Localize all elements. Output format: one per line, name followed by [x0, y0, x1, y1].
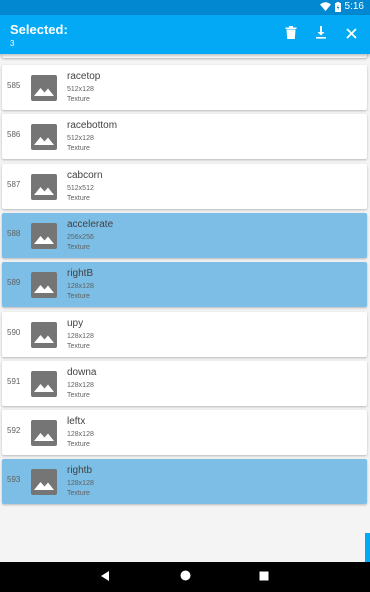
item-index: 591 — [7, 376, 21, 386]
item-type: Texture — [67, 194, 90, 202]
item-type: Texture — [67, 96, 90, 103]
wifi-icon — [319, 2, 331, 11]
item-index: 587 — [7, 179, 21, 189]
close-icon — [345, 26, 357, 44]
recents-button[interactable] — [257, 570, 271, 584]
item-index: 590 — [7, 327, 21, 337]
texture-list[interactable]: Texture 585 racetop 512x128 Texture 586 raceb… — [0, 54, 370, 562]
item-type: Texture — [67, 490, 90, 498]
image-icon — [31, 272, 57, 299]
item-type: Texture — [67, 391, 90, 399]
recents-icon — [259, 568, 269, 586]
list-item-partial[interactable]: Texture — [2, 54, 367, 58]
item-name: leftx — [67, 416, 86, 428]
item-name: rightb — [67, 465, 93, 477]
back-icon — [100, 568, 110, 586]
item-type: Texture — [67, 293, 90, 301]
item-index: 585 — [7, 81, 21, 90]
item-name: racetop — [67, 71, 101, 82]
image-icon — [31, 173, 57, 200]
home-button[interactable] — [178, 570, 192, 584]
image-icon — [31, 420, 57, 447]
list-item[interactable]: 588 accelerate 256x256 Texture — [2, 212, 367, 258]
image-icon — [31, 124, 57, 151]
list-item[interactable]: 593 rightb 128x128 Texture — [2, 459, 367, 505]
item-dimensions: 512x128 — [67, 135, 94, 143]
selection-count: 3 — [10, 39, 15, 48]
list-item[interactable]: 585 racetop 512x128 Texture — [2, 65, 367, 110]
status-bar: 5:16 — [0, 0, 370, 15]
list-item[interactable]: 590 upy 128x128 Texture — [2, 311, 367, 357]
selection-title: Selected: — [10, 22, 68, 37]
item-dimensions: 256x256 — [67, 233, 94, 241]
item-dimensions: 128x128 — [67, 480, 94, 488]
item-index: 592 — [7, 426, 21, 436]
image-icon — [31, 222, 57, 249]
list-item[interactable]: 589 rightB 128x128 Texture — [2, 262, 367, 308]
download-icon — [315, 26, 327, 44]
item-type: Texture — [67, 145, 90, 153]
trash-icon — [285, 26, 297, 44]
item-name: rightB — [67, 268, 94, 280]
image-icon — [31, 321, 57, 348]
list-item[interactable]: 592 leftx 128x128 Texture — [2, 410, 367, 456]
home-icon — [180, 568, 191, 586]
item-name: downa — [67, 366, 97, 378]
delete-button[interactable] — [282, 26, 300, 44]
item-dimensions: 128x128 — [67, 283, 94, 291]
item-dimensions: 128x128 — [67, 431, 94, 439]
item-type: Texture — [67, 243, 90, 251]
item-dimensions: 128x128 — [67, 332, 94, 340]
list-item[interactable]: 587 cabcorn 512x512 Texture — [2, 163, 367, 209]
fast-scroll-thumb[interactable] — [365, 533, 370, 562]
navigation-bar — [0, 562, 370, 592]
item-name: accelerate — [67, 218, 114, 230]
item-dimensions: 512x128 — [67, 86, 94, 93]
item-index: 586 — [7, 130, 21, 140]
item-index: 589 — [7, 278, 21, 288]
item-name: upy — [67, 317, 84, 329]
battery-icon — [334, 1, 341, 12]
item-dimensions: 128x128 — [67, 381, 94, 389]
status-time: 5:16 — [344, 1, 364, 12]
close-button[interactable] — [342, 26, 360, 44]
item-type: Texture — [67, 441, 90, 449]
item-name: cabcorn — [67, 169, 103, 181]
download-button[interactable] — [312, 26, 330, 44]
image-icon — [31, 469, 57, 496]
item-index: 593 — [7, 475, 21, 485]
back-button[interactable] — [98, 570, 112, 584]
image-icon — [31, 370, 57, 397]
list-item[interactable]: 591 downa 128x128 Texture — [2, 360, 367, 406]
item-index: 588 — [7, 228, 21, 238]
list-item[interactable]: 586 racebottom 512x128 Texture — [2, 114, 367, 160]
item-dimensions: 512x512 — [67, 184, 94, 192]
item-type: Texture — [67, 342, 90, 350]
selection-app-bar: Selected: 3 — [0, 15, 370, 54]
item-name: racebottom — [67, 120, 118, 132]
image-icon — [31, 75, 57, 101]
